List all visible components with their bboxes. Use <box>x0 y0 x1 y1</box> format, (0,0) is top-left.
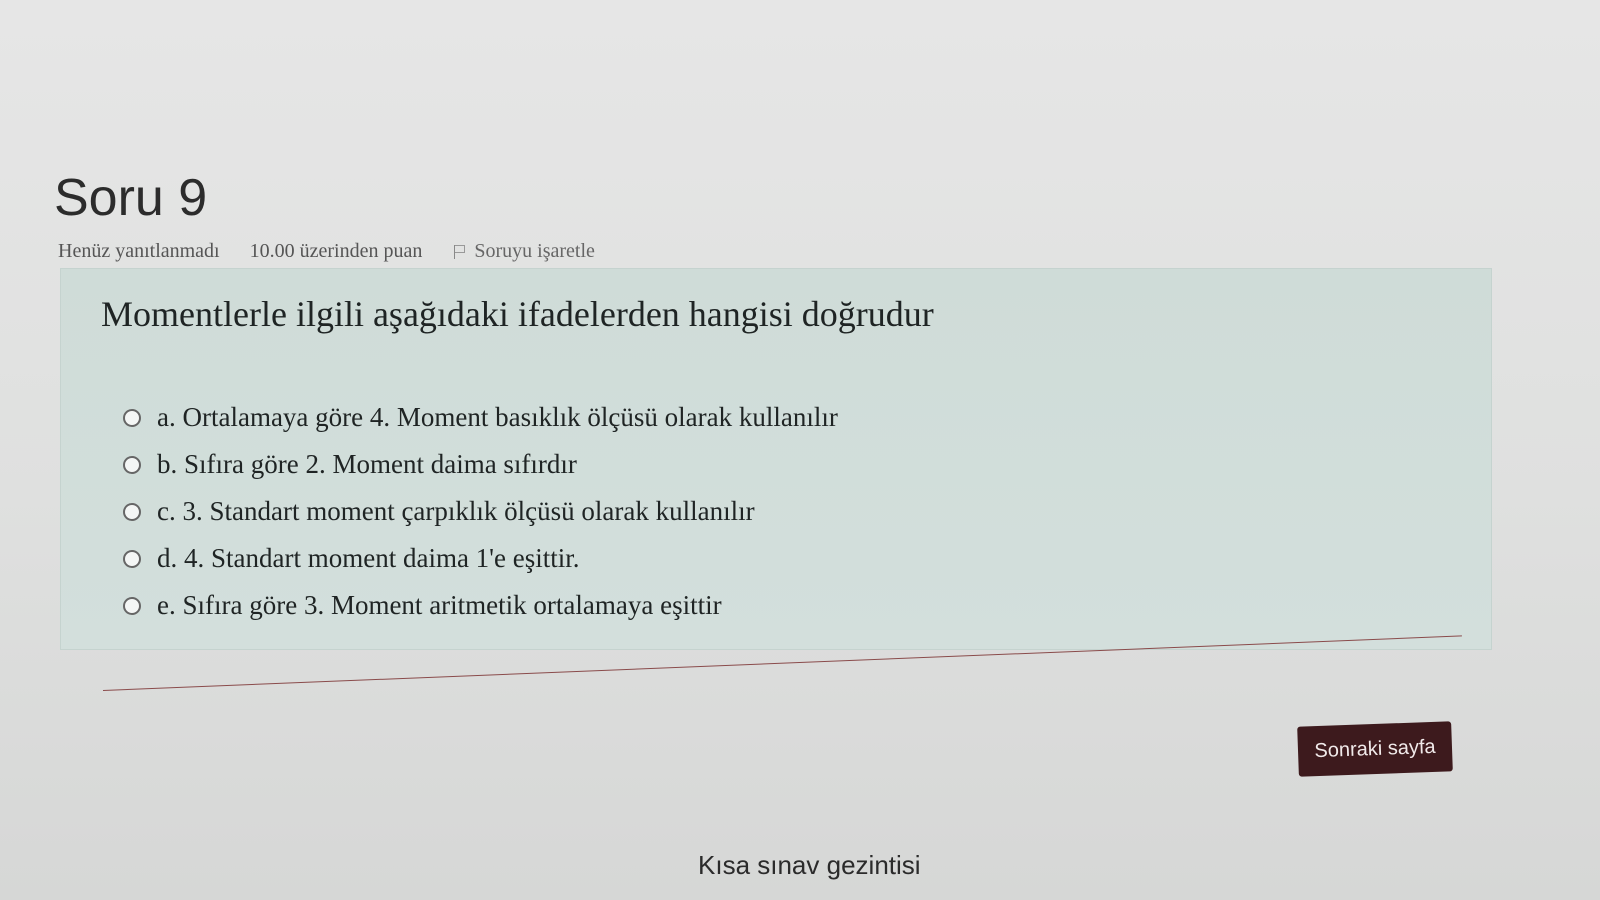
radio-button-icon[interactable] <box>123 596 141 615</box>
answer-label: e. Sıfıra göre 3. Moment aritmetik ortal… <box>157 590 722 620</box>
answer-label: a. Ortalamaya göre 4. Moment basıklık öl… <box>157 402 838 432</box>
question-box: Momentlerle ilgili aşağıdaki ifadelerden… <box>60 268 1492 650</box>
question-points: 10.00 üzerinden puan <box>249 240 423 262</box>
radio-button-icon[interactable] <box>123 455 141 474</box>
radio-button-icon[interactable] <box>123 549 141 568</box>
radio-button-icon[interactable] <box>123 502 141 521</box>
answer-label: c. 3. Standart moment çarpıklık ölçüsü o… <box>157 496 755 526</box>
quiz-navigation-title: Kısa sınav gezintisi <box>698 850 921 880</box>
flag-question-label: Soruyu işaretle <box>474 240 595 262</box>
answer-option-e[interactable]: e. Sıfıra göre 3. Moment aritmetik ortal… <box>123 582 838 629</box>
answer-option-b[interactable]: b. Sıfıra göre 2. Moment daima sıfırdır <box>123 441 838 488</box>
next-page-button[interactable]: Sonraki sayfa <box>1297 721 1453 777</box>
answer-option-d[interactable]: d. 4. Standart moment daima 1'e eşittir. <box>123 535 838 582</box>
question-info: Henüz yanıtlanmadı 10.00 üzerinden puan … <box>58 240 595 263</box>
answer-list: a. Ortalamaya göre 4. Moment basıklık öl… <box>123 394 838 629</box>
question-header: Soru 9 <box>54 168 207 228</box>
answer-label: b. Sıfıra göre 2. Moment daima sıfırdır <box>157 449 577 479</box>
question-text: Momentlerle ilgili aşağıdaki ifadelerden… <box>101 294 934 334</box>
radio-button-icon[interactable] <box>123 408 141 427</box>
flag-icon <box>452 244 466 260</box>
answer-label: d. 4. Standart moment daima 1'e eşittir. <box>157 543 580 573</box>
answer-option-c[interactable]: c. 3. Standart moment çarpıklık ölçüsü o… <box>123 488 838 535</box>
flag-question-link[interactable]: Soruyu işaretle <box>452 240 595 263</box>
question-title: Soru 9 <box>54 169 208 227</box>
answer-option-a[interactable]: a. Ortalamaya göre 4. Moment basıklık öl… <box>123 394 838 441</box>
quiz-page: Soru 9 Henüz yanıtlanmadı 10.00 üzerinde… <box>0 0 1600 900</box>
question-status: Henüz yanıtlanmadı <box>58 240 220 262</box>
